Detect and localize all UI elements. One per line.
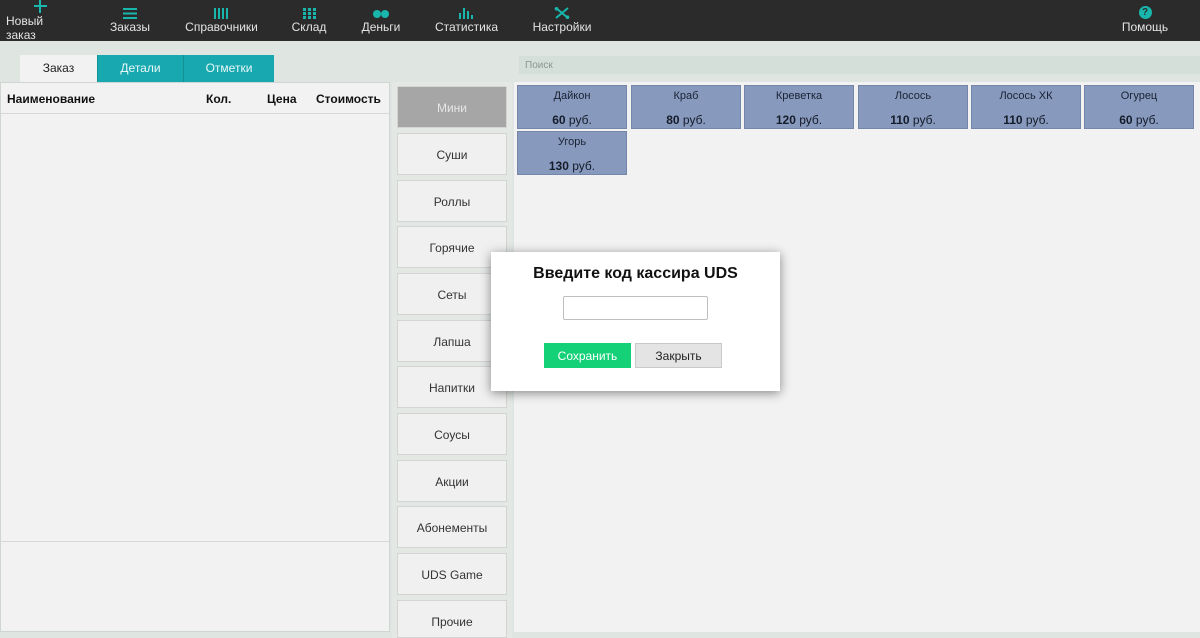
product-name: Угорь <box>557 136 587 148</box>
product-price: 110 руб. <box>1003 113 1049 127</box>
nav-new-order-label: Новый заказ <box>6 14 44 42</box>
plus-icon <box>34 0 47 13</box>
column-cost: Стоимость <box>316 92 381 106</box>
category-rolls[interactable]: Роллы <box>397 180 507 222</box>
product-price: 120 руб. <box>775 113 823 127</box>
nav-settings[interactable]: Настройки <box>533 0 591 41</box>
nav-new-order[interactable]: Новый заказ <box>6 0 75 42</box>
uds-cashier-code-dialog: Введите код кассира UDS Сохранить Закрыт… <box>491 252 780 391</box>
category-other[interactable]: Прочие <box>397 600 507 638</box>
product-tile[interactable]: Лосось ХК 110 руб. <box>971 85 1081 129</box>
cashier-code-input[interactable] <box>563 296 708 320</box>
order-table-header: Наименование Кол. Цена Стоимость <box>1 83 389 114</box>
category-subscriptions[interactable]: Абонементы <box>397 506 507 548</box>
category-mini[interactable]: Мини <box>397 86 507 128</box>
list-icon <box>123 8 137 19</box>
order-tabs: Заказ Детали Отметки <box>20 55 274 82</box>
product-price: 80 руб. <box>666 113 706 127</box>
category-sushi[interactable]: Суши <box>397 133 507 175</box>
grid-icon <box>302 8 316 19</box>
nav-money[interactable]: Деньги <box>361 0 401 41</box>
order-summary-divider <box>1 541 389 542</box>
nav-statistics[interactable]: Статистика <box>435 0 498 41</box>
product-price: 60 руб. <box>552 113 592 127</box>
product-tile[interactable]: Креветка 120 руб. <box>744 85 854 129</box>
product-name: Лосось <box>894 90 932 102</box>
order-panel: Наименование Кол. Цена Стоимость <box>0 82 390 632</box>
product-tile[interactable]: Краб 80 руб. <box>631 85 741 129</box>
nav-money-label: Деньги <box>361 20 401 34</box>
nav-warehouse-label: Склад <box>291 20 327 34</box>
product-name: Дайкон <box>553 90 591 102</box>
dialog-title: Введите код кассира UDS <box>533 265 738 282</box>
category-sauces[interactable]: Соусы <box>397 413 507 455</box>
nav-warehouse[interactable]: Склад <box>292 0 326 41</box>
product-price: 130 руб. <box>548 159 596 173</box>
nav-orders-label: Заказы <box>109 20 151 34</box>
product-tile[interactable]: Огурец 60 руб. <box>1084 85 1194 129</box>
product-search-input[interactable] <box>519 56 1200 74</box>
column-name: Наименование <box>7 92 96 106</box>
tab-order[interactable]: Заказ <box>20 55 97 82</box>
nav-settings-label: Настройки <box>532 20 592 34</box>
help-icon: ? <box>1138 6 1152 19</box>
product-name: Креветка <box>775 90 823 102</box>
top-navigation-bar: Новый заказ Заказы Справочники Склад Ден… <box>0 0 1200 42</box>
nav-statistics-label: Статистика <box>434 20 499 34</box>
product-tile[interactable]: Дайкон 60 руб. <box>517 85 627 129</box>
product-name: Краб <box>673 90 699 102</box>
bar-chart-icon <box>459 7 474 19</box>
category-promos[interactable]: Акции <box>397 460 507 502</box>
product-price: 60 руб. <box>1119 113 1159 127</box>
column-quantity: Кол. <box>206 92 232 106</box>
save-button[interactable]: Сохранить <box>544 343 631 368</box>
nav-references-label: Справочники <box>185 20 258 34</box>
product-tile[interactable]: Угорь 130 руб. <box>517 131 627 175</box>
category-uds-game[interactable]: UDS Game <box>397 553 507 595</box>
close-button[interactable]: Закрыть <box>635 343 722 368</box>
product-tile[interactable]: Лосось 110 руб. <box>858 85 968 129</box>
nav-help-label: Помощь <box>1121 20 1169 34</box>
product-name: Огурец <box>1120 90 1158 102</box>
tab-details[interactable]: Детали <box>97 55 183 82</box>
tools-icon <box>554 7 570 19</box>
nav-references[interactable]: Справочники <box>185 0 258 41</box>
tab-marks[interactable]: Отметки <box>183 55 274 82</box>
columns-icon <box>214 8 229 19</box>
product-price: 110 руб. <box>890 113 936 127</box>
product-name: Лосось ХК <box>999 90 1053 102</box>
coins-icon <box>373 10 389 19</box>
column-price: Цена <box>267 92 297 106</box>
nav-orders[interactable]: Заказы <box>110 0 150 41</box>
nav-help[interactable]: ? Помощь <box>1122 0 1168 41</box>
